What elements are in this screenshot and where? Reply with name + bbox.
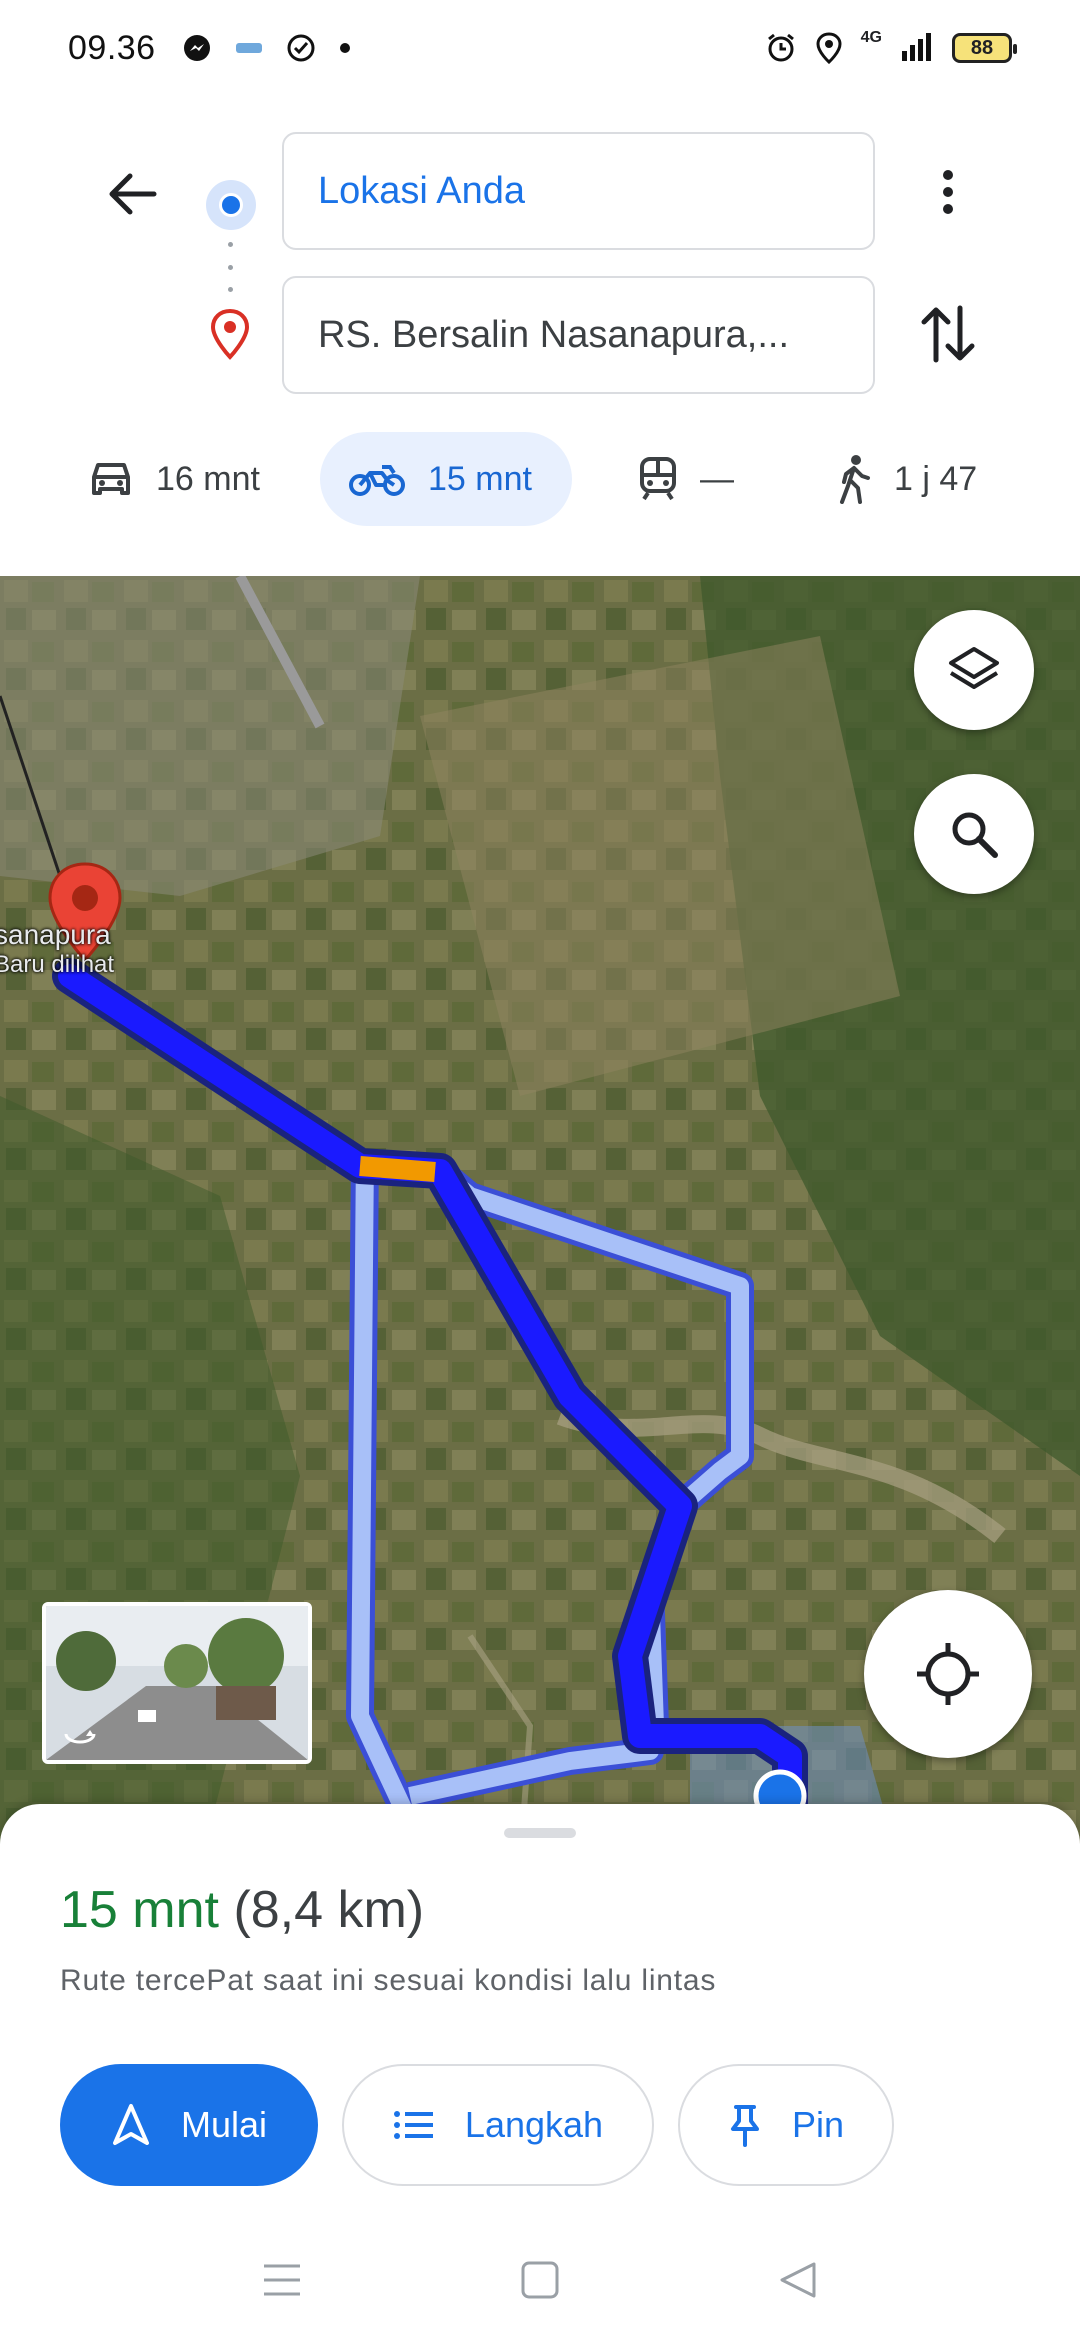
- mode-motorcycle[interactable]: 15 mnt: [320, 432, 572, 526]
- layers-button[interactable]: [914, 610, 1034, 730]
- mode-walk-label: 1 j 47: [894, 459, 978, 498]
- route-note: Rute tercePat saat ini sesuai kondisi la…: [60, 1964, 717, 1997]
- pin-button-label: Pin: [791, 2104, 845, 2145]
- destination-field[interactable]: RS. Bersalin Nasanapura,...: [282, 276, 875, 394]
- status-time: 09.36: [68, 28, 156, 67]
- more-options-button[interactable]: [918, 156, 978, 228]
- steps-button-label: Langkah: [464, 2104, 604, 2145]
- street-view-thumbnail[interactable]: [42, 1602, 312, 1764]
- messenger-icon: [183, 35, 210, 61]
- route-distance: (8,4 km): [233, 1881, 425, 1939]
- list-icon: [393, 2111, 433, 2139]
- mode-transit-label: —: [700, 459, 734, 498]
- my-location-icon: [917, 1643, 979, 1705]
- arrow-back-icon: [109, 173, 157, 215]
- swap-button[interactable]: [914, 296, 982, 372]
- back-button[interactable]: [96, 158, 168, 230]
- nav-back-button[interactable]: [768, 2250, 828, 2310]
- search-icon: [952, 812, 998, 858]
- mode-walk[interactable]: 1 j 47: [836, 432, 977, 526]
- drag-handle[interactable]: [504, 1828, 576, 1838]
- notification-icons: [182, 33, 352, 63]
- pin-button[interactable]: Pin: [678, 2064, 894, 2186]
- network-type: 4G: [860, 29, 882, 46]
- check-circle-icon: [287, 34, 315, 62]
- location-icon: [816, 32, 842, 64]
- signal-icon: [902, 33, 931, 61]
- search-along-route-button[interactable]: [914, 774, 1034, 894]
- car-icon: [92, 463, 130, 495]
- destination-text: RS. Bersalin Nasanapura,...: [318, 313, 790, 356]
- place-name: sanapura: [0, 919, 111, 950]
- route-summary: 15 mnt (8,4 km): [60, 1880, 424, 1940]
- directions-header: Lokasi Anda RS. Bersalin Nasanapura,... …: [0, 96, 1080, 576]
- more-vert-icon: [943, 170, 953, 214]
- alarm-icon: [767, 33, 794, 62]
- walking-icon: [840, 455, 870, 504]
- battery-indicator: 88: [952, 33, 1017, 63]
- system-nav-bar: [0, 2220, 1080, 2330]
- steps-button[interactable]: Langkah: [342, 2064, 654, 2186]
- dot-icon: [339, 43, 350, 53]
- start-button[interactable]: Mulai: [60, 2064, 318, 2186]
- battery-level: 88: [970, 36, 994, 59]
- train-icon: [640, 457, 676, 501]
- motorcycle-icon: [349, 465, 405, 496]
- layers-icon: [949, 647, 999, 689]
- mode-car-label: 16 mnt: [156, 459, 260, 498]
- place-subtitle: Baru dilihat: [0, 951, 115, 978]
- home-square-icon: [521, 2261, 559, 2299]
- map-view[interactable]: sanapura Baru dilihat: [0, 576, 1080, 1866]
- back-triangle-icon: [780, 2262, 816, 2298]
- navigation-arrow-icon: [112, 2104, 149, 2145]
- mode-motorcycle-label: 15 mnt: [428, 459, 532, 498]
- my-location-button[interactable]: [864, 1590, 1032, 1758]
- system-icons: 4G 88: [765, 29, 1017, 64]
- status-bar: 09.36 4G 88: [0, 0, 1080, 96]
- route-summary-sheet: 15 mnt (8,4 km) Rute tercePat saat ini s…: [0, 1804, 1080, 2340]
- start-button-label: Mulai: [180, 2104, 268, 2145]
- nav-home-button[interactable]: [510, 2250, 570, 2310]
- origin-dot-icon: [206, 180, 256, 230]
- origin-field[interactable]: Lokasi Anda: [282, 132, 875, 250]
- swap-vert-icon: [921, 305, 975, 363]
- route-connector: [228, 242, 234, 292]
- destination-map-label: sanapura Baru dilihat: [0, 920, 114, 980]
- origin-text: Lokasi Anda: [318, 169, 526, 212]
- destination-pin-icon: [210, 308, 250, 360]
- menu-icon: [264, 2264, 300, 2296]
- mode-transit[interactable]: —: [638, 432, 734, 526]
- app-notification-icon: [235, 43, 262, 53]
- mode-car[interactable]: 16 mnt: [88, 432, 260, 526]
- pushpin-icon: [730, 2105, 759, 2147]
- nav-menu-button[interactable]: [252, 2250, 312, 2310]
- street-view-image: [46, 1606, 308, 1760]
- route-duration: 15 mnt: [60, 1881, 219, 1939]
